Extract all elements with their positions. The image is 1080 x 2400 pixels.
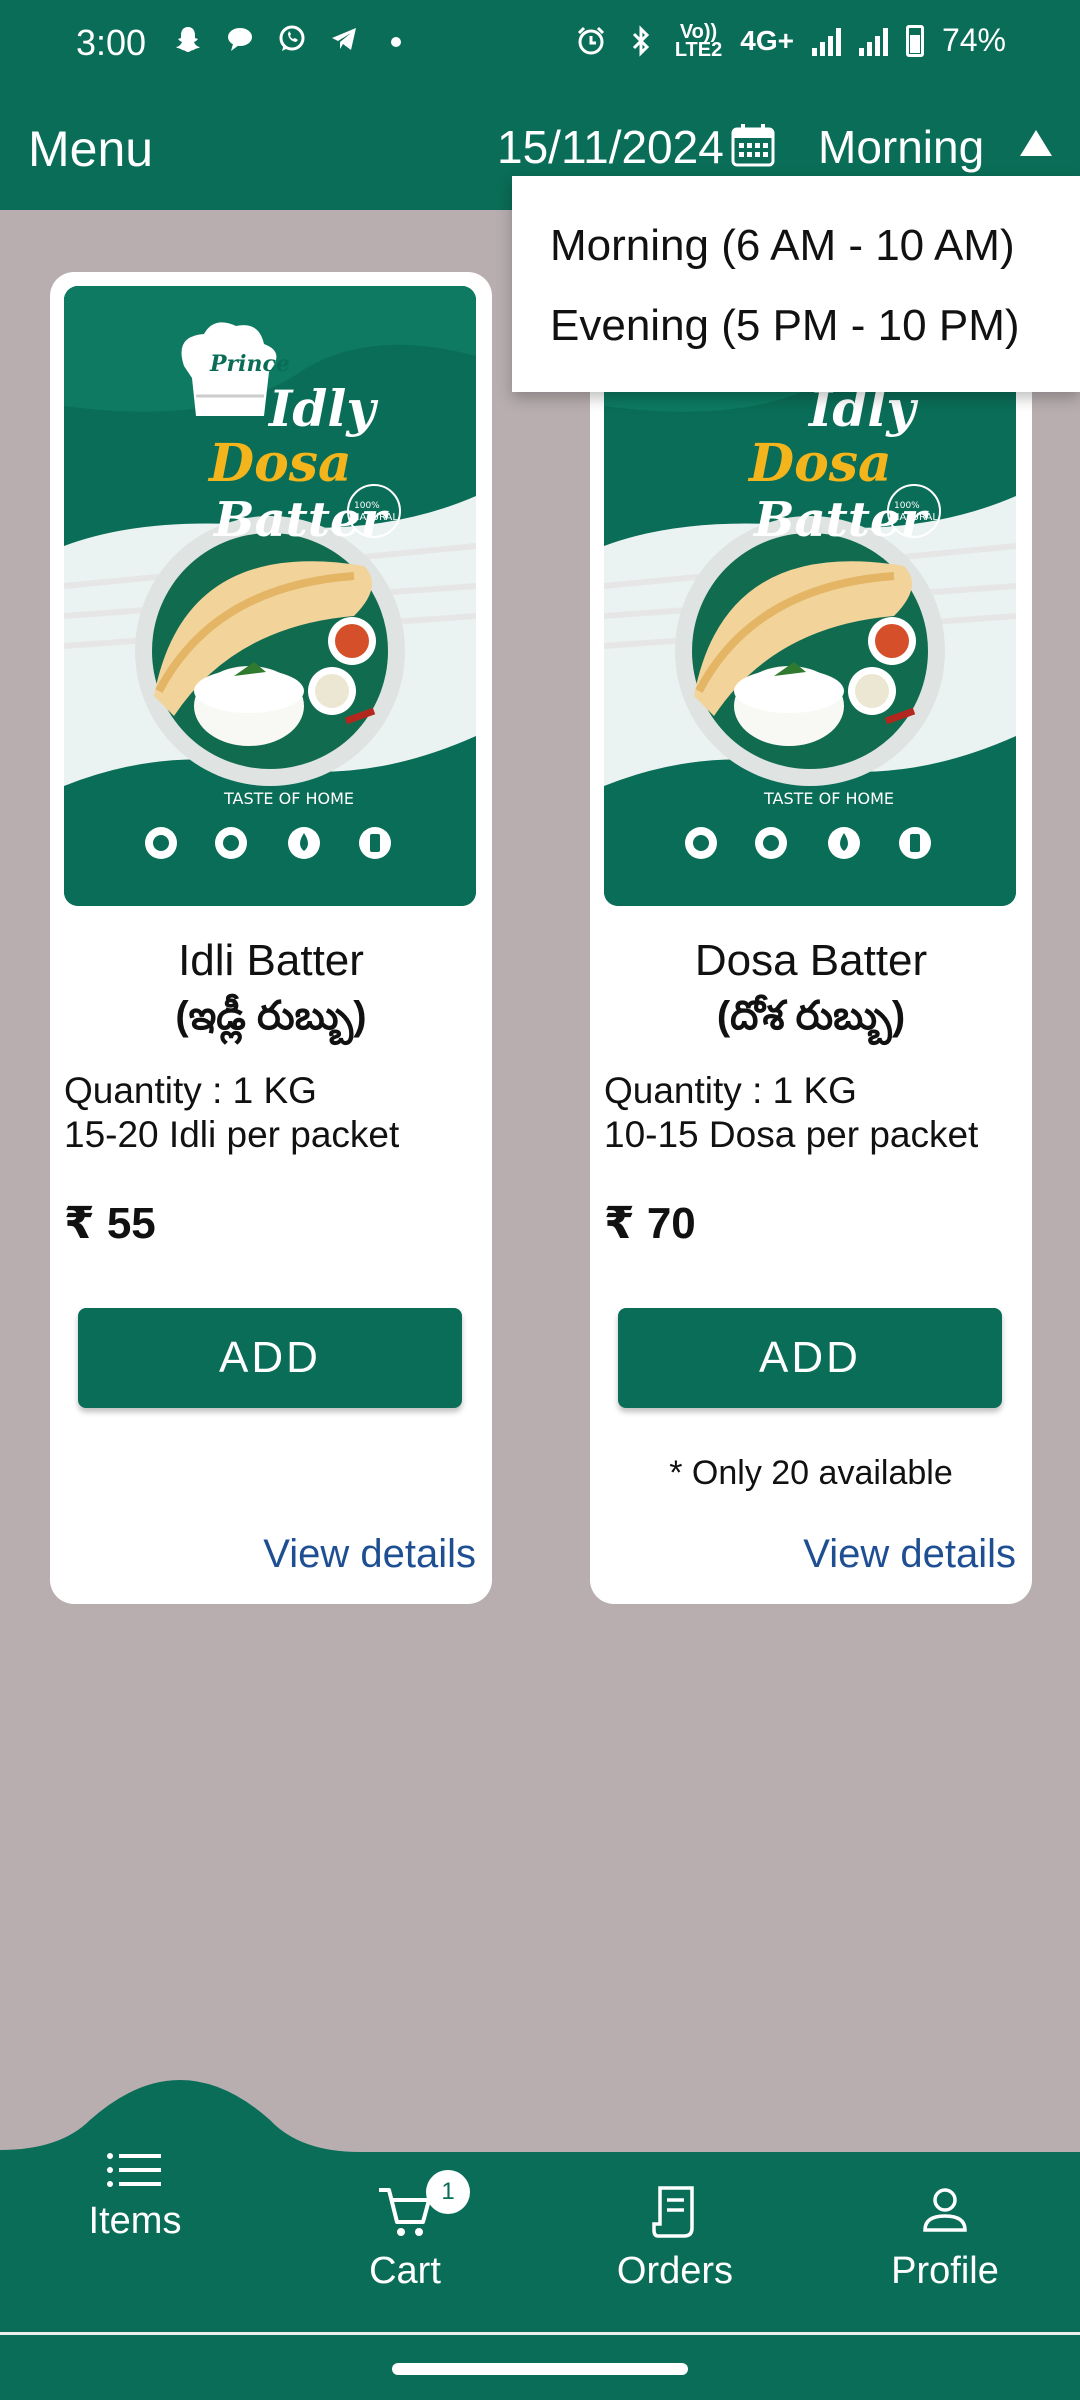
- telegram-icon: [328, 24, 360, 56]
- slot-option-evening[interactable]: Evening (5 PM - 10 PM): [512, 296, 1080, 376]
- nav-label: Items: [88, 2200, 182, 2242]
- product-image[interactable]: Prince Idly Dosa Batter 100% NATURAL TAS…: [64, 286, 476, 906]
- receipt-icon: [605, 2184, 745, 2250]
- product-per-packet: 10-15 Dosa per packet: [604, 1114, 979, 1155]
- product-quantity: Quantity : 1 KG: [604, 1070, 857, 1111]
- svg-text:NATURAL: NATURAL: [892, 512, 938, 523]
- gesture-bar: [0, 2335, 1080, 2400]
- svg-text:100%: 100%: [894, 501, 920, 511]
- svg-text:NATURAL: NATURAL: [352, 512, 398, 523]
- date-selector[interactable]: 15/11/2024: [497, 120, 724, 174]
- network-type: 4G+: [740, 24, 794, 56]
- person-icon: [875, 2184, 1015, 2250]
- svg-text:Dosa: Dosa: [747, 433, 892, 494]
- product-price: ₹ 70: [604, 1199, 696, 1248]
- product-name: Dosa Batter: [694, 936, 928, 985]
- product-card: Idly Dosa Batter 100% NATURAL TASTE OF H…: [590, 272, 1032, 1604]
- nav-items[interactable]: Items: [70, 2150, 200, 2243]
- svg-text:Idly: Idly: [267, 379, 378, 438]
- slot-dropdown-menu: Morning (6 AM - 10 AM) Evening (5 PM - 1…: [512, 176, 1080, 392]
- nav-orders[interactable]: Orders: [605, 2184, 745, 2293]
- bottom-navigation: Items 1 Cart Orders Profile: [0, 2152, 1080, 2332]
- product-price: ₹ 55: [64, 1199, 156, 1248]
- product-name-local: (ఇడ్లీ రుబ్బు): [175, 994, 367, 1038]
- svg-text:TASTE OF HOME: TASTE OF HOME: [223, 789, 354, 808]
- page-title: Menu: [28, 121, 154, 177]
- system-status: Vo)) LTE2 4G+ 74%: [575, 20, 1006, 61]
- nav-cart[interactable]: 1 Cart: [340, 2170, 470, 2293]
- svg-text:Dosa: Dosa: [207, 433, 352, 494]
- nav-profile[interactable]: Profile: [875, 2184, 1015, 2293]
- notification-icons: [172, 24, 412, 56]
- product-name: Idli Batter: [178, 936, 364, 985]
- view-details-link[interactable]: View details: [263, 1532, 476, 1577]
- product-per-packet: 15-20 Idli per packet: [64, 1114, 400, 1155]
- nav-label: Orders: [616, 2250, 734, 2292]
- signal-icon-2: [858, 26, 888, 56]
- product-quantity: Quantity : 1 KG: [64, 1070, 317, 1111]
- svg-text:100%: 100%: [354, 501, 380, 511]
- slot-selector[interactable]: Morning: [818, 120, 984, 174]
- dropdown-arrow-up-icon[interactable]: [1020, 130, 1052, 156]
- slot-option-morning[interactable]: Morning (6 AM - 10 AM): [512, 216, 1080, 296]
- volte-label: Vo)) LTE2: [674, 20, 723, 61]
- chat-icon: [224, 24, 256, 56]
- availability-note: * Only 20 available: [669, 1454, 953, 1492]
- status-time: 3:00: [76, 22, 147, 63]
- whatsapp-icon: [276, 24, 308, 56]
- nav-label: Profile: [891, 2250, 999, 2292]
- dot-icon: [380, 24, 412, 56]
- bluetooth-icon: [625, 24, 657, 57]
- add-button[interactable]: ADD: [618, 1308, 1002, 1408]
- home-gesture-handle[interactable]: [392, 2363, 688, 2375]
- list-icon: [70, 2150, 200, 2200]
- cart-count-badge: 1: [426, 2170, 470, 2214]
- calendar-icon[interactable]: [730, 122, 776, 168]
- view-details-link[interactable]: View details: [803, 1532, 1016, 1577]
- battery-percent: 74%: [941, 22, 1006, 58]
- alarm-icon: [575, 25, 607, 57]
- battery-icon: [905, 24, 924, 57]
- brand-text: Prince: [209, 351, 290, 377]
- snapchat-icon: [172, 24, 204, 56]
- product-card: Prince Idly Dosa Batter 100% NATURAL TAS…: [50, 272, 492, 1604]
- signal-icon: [811, 26, 841, 56]
- nav-label: Cart: [369, 2250, 441, 2292]
- add-button[interactable]: ADD: [78, 1308, 462, 1408]
- status-bar: 3:00 Vo)) LTE2 4G+ 74%: [0, 0, 1080, 88]
- svg-text:TASTE OF HOME: TASTE OF HOME: [763, 789, 894, 808]
- product-name-local: (దోశ రుబ్బు): [716, 994, 906, 1038]
